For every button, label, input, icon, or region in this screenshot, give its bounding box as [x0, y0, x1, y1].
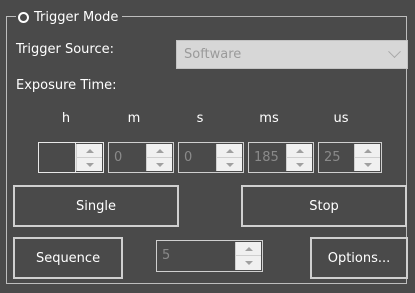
- seconds-spinbox[interactable]: 0: [178, 142, 244, 173]
- unit-label-h: h: [61, 111, 71, 126]
- milliseconds-spin-buttons[interactable]: [286, 144, 312, 171]
- spin-up-icon[interactable]: [147, 144, 172, 158]
- chevron-down-icon: [388, 45, 401, 59]
- spin-down-icon[interactable]: [236, 256, 261, 269]
- spin-up-icon[interactable]: [217, 144, 242, 158]
- sequence-count-value: 5: [162, 248, 171, 263]
- unit-label-s: s: [196, 111, 204, 126]
- spin-down-icon[interactable]: [287, 158, 312, 171]
- trigger-mode-title: Trigger Mode: [34, 9, 119, 25]
- unit-label-ms: ms: [259, 111, 279, 126]
- spin-up-icon[interactable]: [355, 144, 380, 158]
- milliseconds-value: 185: [254, 150, 279, 165]
- unit-label-m: m: [127, 111, 141, 126]
- hours-spin-buttons[interactable]: [76, 144, 102, 171]
- seconds-value: 0: [184, 150, 193, 165]
- exposure-time-label: Exposure Time:: [16, 78, 117, 93]
- minutes-spinbox[interactable]: 0: [108, 142, 174, 173]
- options-button[interactable]: Options...: [310, 237, 408, 279]
- spin-down-icon[interactable]: [147, 158, 172, 171]
- seconds-spin-buttons[interactable]: [216, 144, 242, 171]
- microseconds-spinbox[interactable]: 25: [318, 142, 382, 173]
- spin-down-icon[interactable]: [217, 158, 242, 171]
- radio-icon[interactable]: [18, 11, 29, 23]
- spin-down-icon[interactable]: [77, 158, 102, 171]
- sequence-count-spin-buttons[interactable]: [235, 242, 261, 270]
- trigger-source-dropdown[interactable]: Software: [176, 40, 408, 69]
- sequence-count-spinbox[interactable]: 5: [156, 240, 263, 272]
- spin-down-icon[interactable]: [355, 158, 380, 171]
- minutes-spin-buttons[interactable]: [146, 144, 172, 171]
- milliseconds-spinbox[interactable]: 185: [248, 142, 314, 173]
- microseconds-value: 25: [324, 150, 341, 165]
- spin-up-icon[interactable]: [236, 242, 261, 256]
- unit-label-us: us: [333, 111, 349, 126]
- single-button[interactable]: Single: [13, 185, 179, 227]
- sequence-button[interactable]: Sequence: [13, 237, 123, 279]
- hours-input[interactable]: [39, 143, 76, 172]
- trigger-mode-legend[interactable]: Trigger Mode: [16, 8, 123, 26]
- microseconds-spin-buttons[interactable]: [354, 144, 380, 171]
- spin-up-icon[interactable]: [77, 144, 102, 158]
- trigger-source-value: Software: [184, 47, 242, 62]
- trigger-source-label: Trigger Source:: [16, 42, 114, 57]
- hours-spinbox[interactable]: [38, 142, 104, 173]
- stop-button[interactable]: Stop: [241, 185, 407, 227]
- minutes-value: 0: [114, 150, 123, 165]
- spin-up-icon[interactable]: [287, 144, 312, 158]
